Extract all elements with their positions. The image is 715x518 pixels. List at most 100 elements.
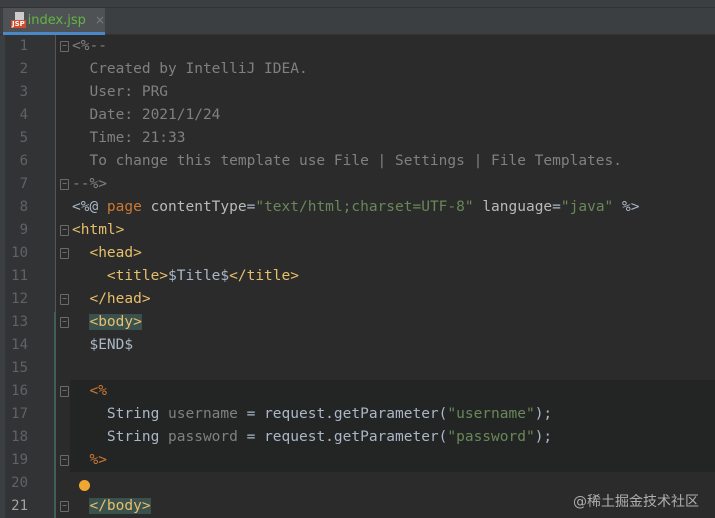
fold-toggle-icon[interactable]: − (60, 294, 69, 305)
code-token: password (168, 429, 238, 445)
code-text: <% (72, 380, 106, 403)
code-token: </body> (89, 498, 151, 514)
editor-tab-bar: JSP index.jsp × (0, 8, 715, 35)
code-token: Date: 2021/1/24 (72, 107, 221, 123)
fold-toggle-icon[interactable]: − (60, 41, 69, 52)
jsp-file-icon: JSP (11, 12, 26, 28)
line-number: 12 (11, 291, 28, 307)
fold-toggle-icon[interactable]: − (60, 179, 69, 190)
code-line[interactable]: 8 <%@ page contentType = "text/html;charset… (0, 196, 715, 219)
code-text: <title>$Title$</title> (72, 265, 299, 288)
code-token: = request.getParameter( (237, 429, 448, 445)
code-line[interactable]: 1 − <%-- (0, 35, 715, 58)
injected-java-background (70, 380, 715, 403)
code-token: $Title$ (168, 268, 230, 284)
code-line[interactable]: 7 − --%> (0, 173, 715, 196)
code-text: Date: 2021/1/24 (72, 104, 220, 127)
code-token: <title> (106, 268, 169, 284)
code-token: <%@ (72, 199, 107, 215)
code-text: </body> (72, 495, 151, 518)
line-number: 16 (11, 383, 28, 399)
code-text: <html> (72, 219, 124, 242)
fold-toggle-icon[interactable]: − (60, 248, 69, 259)
line-number: 5 (19, 130, 28, 146)
fold-toggle-icon[interactable]: − (60, 386, 69, 397)
code-token: ); (534, 406, 553, 422)
tab-index-jsp[interactable]: JSP index.jsp × (3, 8, 105, 35)
code-text: String username = request.getParameter("… (72, 403, 552, 426)
code-token: <head> (89, 245, 142, 261)
line-number: 9 (19, 222, 28, 238)
code-token: </title> (229, 268, 299, 284)
code-token: %> (613, 199, 640, 215)
fold-toggle-icon[interactable]: − (60, 225, 69, 236)
line-number: 18 (11, 429, 28, 445)
code-line[interactable]: 17 String username = request.getParamete… (0, 403, 715, 426)
injected-java-background (70, 449, 715, 472)
code-text: <%-- (72, 35, 107, 58)
line-number: 7 (19, 176, 28, 192)
lightbulb-icon[interactable] (79, 480, 90, 491)
code-text: Created by IntelliJ IDEA. (72, 58, 307, 81)
code-line[interactable]: 15 (0, 357, 715, 380)
fold-toggle-icon[interactable]: − (60, 455, 69, 466)
code-token: "java" (560, 199, 614, 215)
code-token: To change this template use File | Setti… (72, 153, 622, 169)
code-line[interactable]: 2 Created by IntelliJ IDEA. (0, 58, 715, 81)
code-token: ); (534, 429, 553, 445)
code-text: Time: 21:33 (72, 127, 185, 150)
code-line[interactable]: 12 − </head> (0, 288, 715, 311)
code-token: <html> (72, 222, 125, 238)
line-number: 15 (11, 360, 28, 376)
code-token: = request.getParameter( (237, 406, 448, 422)
code-token: contentType (150, 199, 247, 215)
code-text: String password = request.getParameter("… (72, 426, 552, 449)
code-line[interactable]: 6 To change this template use File | Set… (0, 150, 715, 173)
code-line[interactable]: 5 Time: 21:33 (0, 127, 715, 150)
fold-toggle-icon[interactable]: − (60, 317, 69, 328)
line-number: 21 (11, 498, 28, 514)
line-number: 1 (19, 38, 28, 54)
code-token: User: PRG (72, 84, 169, 100)
fold-toggle-icon[interactable]: − (60, 501, 69, 512)
code-text: $END$ (72, 334, 133, 357)
line-number: 4 (19, 107, 28, 123)
code-text: User: PRG (72, 81, 168, 104)
code-editor[interactable]: 1− <%-- 2 Created by IntelliJ IDEA. 3 User:… (0, 35, 715, 518)
code-line[interactable]: 9 − <html> (0, 219, 715, 242)
code-line[interactable]: 16 − <% (0, 380, 715, 403)
code-line[interactable]: 13 − <body> (0, 311, 715, 334)
code-line[interactable]: 4 Date: 2021/1/24 (0, 104, 715, 127)
code-token: language (482, 199, 553, 215)
code-token: String (72, 406, 169, 422)
code-line[interactable]: 11 <title>$Title$</title> (0, 265, 715, 288)
close-tab-icon[interactable]: × (95, 13, 105, 27)
window-top-bar (0, 0, 715, 8)
code-line[interactable]: 10 − <head> (0, 242, 715, 265)
code-token: %> (89, 452, 107, 468)
line-number: 10 (11, 245, 28, 261)
line-number: 19 (11, 452, 28, 468)
code-line[interactable]: 14 $END$ (0, 334, 715, 357)
code-token: </head> (89, 291, 151, 307)
code-token: = (552, 199, 561, 215)
code-token: --%> (72, 176, 107, 192)
code-token: "password" (447, 429, 535, 445)
code-text: <%@ page contentType = "text/html;charset=… (72, 196, 640, 219)
code-line[interactable]: 19 − %> (0, 449, 715, 472)
code-token: page (106, 199, 151, 215)
line-number: 14 (11, 337, 28, 353)
code-token: String (72, 429, 169, 445)
code-text: <head> (72, 242, 142, 265)
line-number: 20 (11, 475, 28, 491)
code-line[interactable]: 3 User: PRG (0, 81, 715, 104)
code-line[interactable]: 18 String password = request.getParamete… (0, 426, 715, 449)
code-token: <%-- (72, 38, 107, 54)
code-token: username (168, 406, 238, 422)
code-text: %> (72, 449, 107, 472)
